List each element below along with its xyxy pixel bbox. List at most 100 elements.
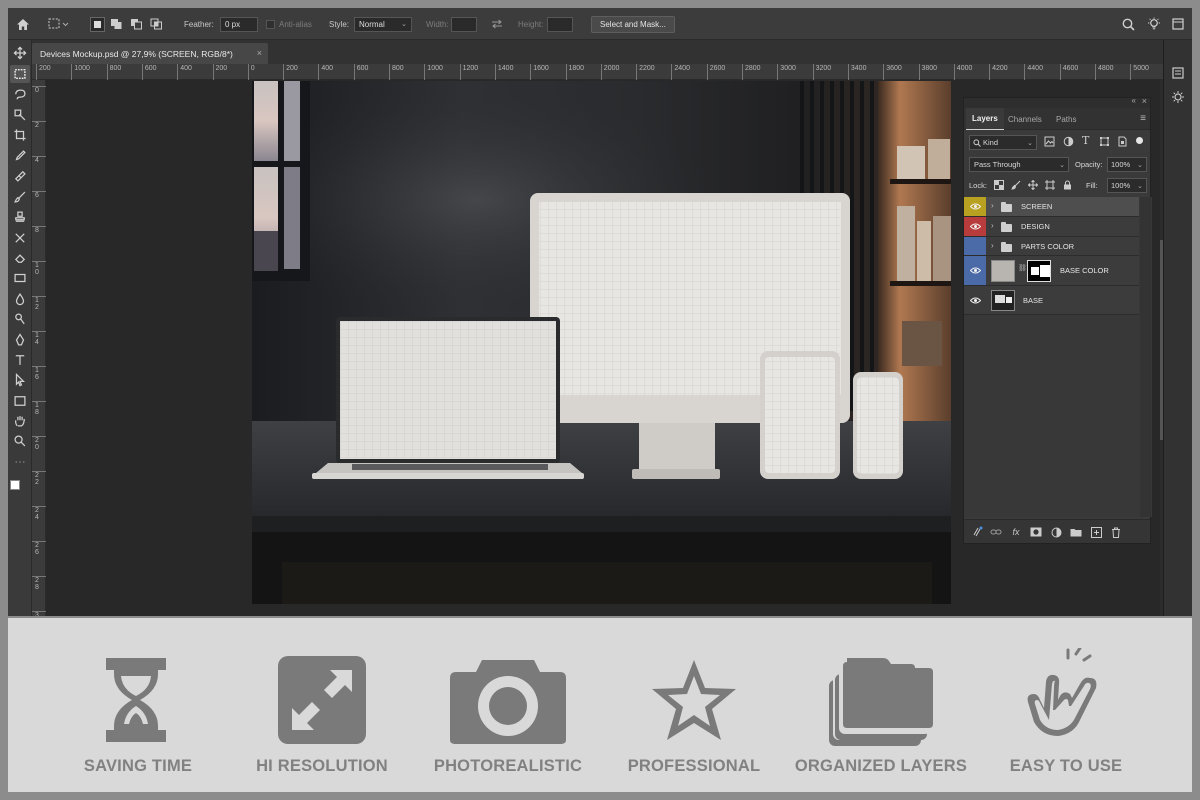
lasso-tool-button[interactable] bbox=[10, 86, 30, 104]
layer-visibility-toggle[interactable] bbox=[964, 197, 986, 216]
intersect-selection-icon bbox=[150, 18, 162, 30]
ruler-tick-label: 4 bbox=[32, 156, 46, 164]
eraser-tool-button[interactable] bbox=[10, 249, 30, 267]
tab-paths[interactable]: Paths bbox=[1050, 108, 1082, 130]
antialias-checkbox[interactable] bbox=[266, 19, 275, 29]
filter-adjustment-button[interactable] bbox=[1063, 136, 1074, 149]
stamp-tool-button[interactable] bbox=[10, 208, 30, 226]
panel-menu-icon[interactable]: ≡ bbox=[1140, 113, 1146, 124]
layer-visibility-toggle[interactable] bbox=[964, 217, 986, 236]
pen-tool-button[interactable] bbox=[10, 331, 30, 349]
spot-heal-tool-button[interactable] bbox=[10, 167, 30, 185]
lock-label: Lock: bbox=[969, 181, 987, 190]
lock-position-button[interactable] bbox=[1027, 179, 1039, 192]
trash-icon[interactable] bbox=[1110, 526, 1122, 538]
brush-tool-button[interactable] bbox=[10, 188, 30, 206]
chain-icon[interactable] bbox=[990, 526, 1002, 538]
filter-type-icon[interactable]: T bbox=[1082, 134, 1089, 147]
workspace-button[interactable] bbox=[1172, 8, 1184, 40]
dodge-tool-button[interactable] bbox=[10, 310, 30, 328]
fx-icon[interactable]: fx bbox=[1010, 526, 1022, 538]
filter-shape-button[interactable] bbox=[1099, 136, 1110, 149]
feather-input[interactable]: 0 px bbox=[220, 16, 258, 32]
swap-dimensions-button[interactable] bbox=[491, 8, 503, 40]
feature-saving-time: SAVING TIME bbox=[84, 618, 192, 792]
adjustments-panel-button[interactable] bbox=[1171, 90, 1185, 109]
type-tool-button[interactable] bbox=[10, 351, 30, 369]
close-icon[interactable]: × bbox=[257, 48, 262, 58]
height-input[interactable] bbox=[547, 16, 573, 32]
home-button[interactable] bbox=[16, 8, 30, 40]
filter-pixel-button[interactable] bbox=[1044, 136, 1055, 149]
document-tab[interactable]: Devices Mockup.psd @ 27,9% (SCREEN, RGB/… bbox=[32, 43, 268, 64]
vertical-ruler: 024681 01 21 41 61 82 02 22 42 62 83 03 … bbox=[32, 80, 46, 616]
link-layers-icon[interactable] bbox=[971, 526, 983, 538]
gradient-tool-button[interactable] bbox=[10, 269, 30, 287]
new-layer-icon[interactable] bbox=[1090, 526, 1102, 538]
layer-visibility-toggle[interactable] bbox=[964, 237, 986, 255]
blend-mode-select[interactable]: Pass Through ⌄ bbox=[969, 157, 1069, 172]
foreground-color-swatch[interactable] bbox=[10, 480, 20, 490]
close-panel-icon[interactable]: × bbox=[1142, 96, 1147, 106]
layer-row[interactable]: › DESIGN bbox=[964, 217, 1139, 237]
lock-transparent-button[interactable] bbox=[994, 180, 1004, 192]
crop-tool-button[interactable] bbox=[10, 126, 30, 144]
expand-chevron-icon[interactable]: › bbox=[991, 221, 994, 230]
eyedropper-tool-button[interactable] bbox=[10, 147, 30, 165]
history-brush-tool-button[interactable] bbox=[10, 229, 30, 247]
zoom-tool-button[interactable] bbox=[10, 432, 30, 450]
layer-visibility-toggle[interactable] bbox=[964, 256, 986, 285]
layer-mask-thumbnail[interactable] bbox=[1027, 260, 1051, 282]
fill-input[interactable]: 100% ⌄ bbox=[1107, 178, 1147, 193]
layer-row[interactable]: › SCREEN bbox=[964, 197, 1139, 217]
layers-scrollbar[interactable] bbox=[1140, 197, 1151, 517]
new-adjustment-icon[interactable] bbox=[1050, 526, 1062, 538]
add-selection-button[interactable] bbox=[110, 8, 123, 40]
collapse-icon[interactable]: « bbox=[1132, 96, 1136, 105]
discover-button[interactable] bbox=[1147, 8, 1161, 40]
intersect-selection-button[interactable] bbox=[150, 8, 163, 40]
style-select[interactable]: Normal ⌄ bbox=[354, 16, 412, 32]
ruler-tick-label: 800 bbox=[389, 64, 404, 80]
feature-organized-layers: ORGANIZED LAYERS bbox=[795, 618, 967, 792]
layer-row[interactable]: BASE bbox=[964, 286, 1139, 315]
filter-kind-select[interactable]: Kind ⌄ bbox=[969, 135, 1037, 150]
hand-tool-button[interactable] bbox=[10, 412, 30, 430]
lock-artboard-button[interactable] bbox=[1045, 180, 1055, 192]
mask-link-icon[interactable]: ⛓ bbox=[1018, 264, 1027, 272]
marquee-preset-button[interactable] bbox=[48, 8, 70, 40]
path-select-tool-button[interactable] bbox=[10, 371, 30, 389]
marquee-tool-button[interactable] bbox=[10, 65, 30, 83]
layer-visibility-toggle[interactable] bbox=[964, 286, 986, 314]
new-selection-button[interactable] bbox=[90, 8, 105, 40]
layer-row[interactable]: ⛓ BASE COLOR bbox=[964, 256, 1139, 286]
object-select-tool-button[interactable] bbox=[10, 106, 30, 124]
expand-chevron-icon[interactable]: › bbox=[991, 241, 994, 250]
subtract-selection-button[interactable] bbox=[130, 8, 143, 40]
shape-tool-button[interactable] bbox=[10, 392, 30, 410]
filter-smart-object-button[interactable] bbox=[1117, 136, 1128, 149]
add-mask-icon[interactable] bbox=[1030, 526, 1042, 538]
smart-object-icon bbox=[1118, 136, 1127, 147]
ruler-tick-label: 400 bbox=[177, 64, 192, 80]
tab-channels[interactable]: Channels bbox=[1002, 108, 1048, 130]
search-button[interactable] bbox=[1122, 8, 1135, 40]
width-input[interactable] bbox=[451, 16, 477, 32]
style-label: Style: bbox=[329, 19, 350, 29]
more-tools-button[interactable] bbox=[10, 453, 30, 471]
expand-chevron-icon[interactable]: › bbox=[991, 201, 994, 210]
lock-pixels-button[interactable] bbox=[1011, 180, 1021, 192]
features-strip: SAVING TIME HI RESOLUTION PHOTOREALISTIC bbox=[8, 618, 1192, 792]
new-group-icon[interactable] bbox=[1070, 526, 1082, 538]
opacity-input[interactable]: 100% ⌄ bbox=[1107, 157, 1147, 172]
tab-layers[interactable]: Layers bbox=[966, 108, 1004, 130]
move-tool-button[interactable] bbox=[10, 44, 30, 62]
blur-tool-button[interactable] bbox=[10, 290, 30, 308]
ruler-tick-label: 1 2 bbox=[32, 296, 46, 311]
filter-toggle-icon[interactable] bbox=[1136, 137, 1143, 144]
lock-all-button[interactable] bbox=[1063, 180, 1072, 192]
layer-row[interactable]: › PARTS COLOR bbox=[964, 237, 1139, 256]
mockup-photo[interactable] bbox=[252, 81, 951, 604]
select-and-mask-button[interactable]: Select and Mask... bbox=[591, 15, 675, 33]
history-panel-button[interactable] bbox=[1171, 66, 1185, 85]
